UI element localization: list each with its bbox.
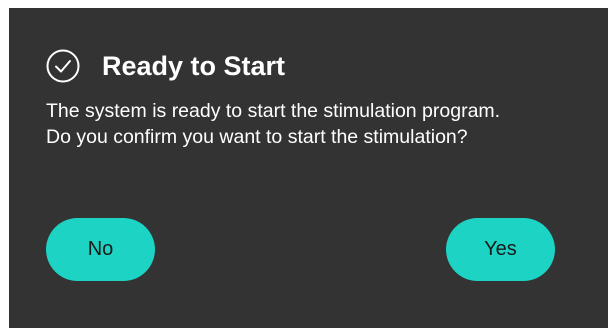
confirm-dialog: Ready to Start The system is ready to st… (9, 8, 608, 328)
circle-check-icon (46, 49, 80, 83)
message-line: The system is ready to start the stimula… (46, 100, 501, 122)
dialog-header: Ready to Start (46, 48, 285, 84)
message-line: Do you confirm you want to start the sti… (46, 126, 468, 148)
yes-button[interactable]: Yes (446, 218, 555, 281)
no-button[interactable]: No (46, 218, 155, 281)
dialog-title: Ready to Start (102, 51, 286, 81)
dialog-message: The system is ready to start the stimula… (46, 98, 586, 150)
